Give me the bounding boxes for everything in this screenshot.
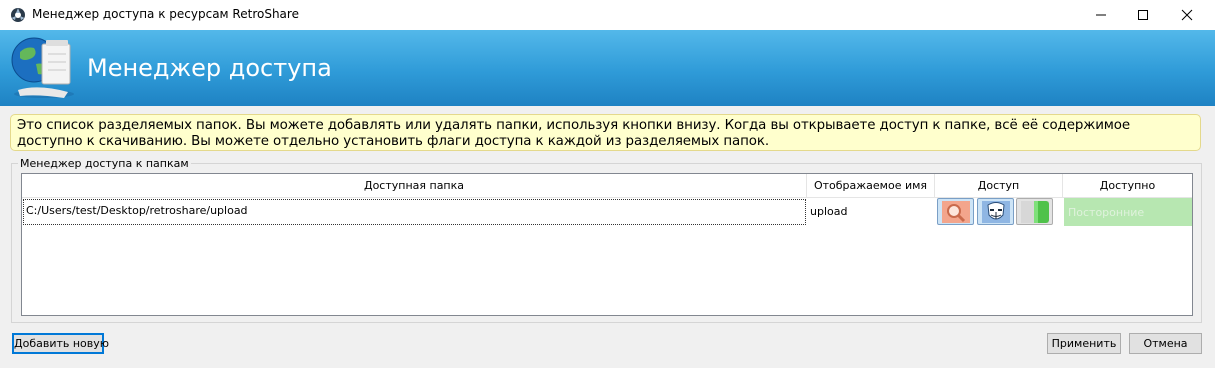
- group-legend: Менеджер доступа к папкам: [18, 157, 191, 170]
- cancel-button[interactable]: Отмена: [1129, 333, 1202, 354]
- close-button[interactable]: [1164, 0, 1210, 30]
- close-icon: [1181, 9, 1193, 21]
- shared-folders-table: Доступная папка Отображаемое имя Доступ …: [21, 173, 1193, 316]
- page-title: Менеджер доступа: [87, 54, 332, 82]
- title-bar: Менеджер доступа к ресурсам RetroShare: [0, 0, 1215, 30]
- column-header-available[interactable]: Доступно: [1063, 174, 1192, 198]
- maximize-icon: [1138, 10, 1148, 20]
- browsable-icon: [941, 200, 970, 223]
- window-title: Менеджер доступа к ресурсам RetroShare: [32, 7, 299, 21]
- header-banner: Менеджер доступа: [0, 30, 1215, 106]
- browsable-flag-button[interactable]: [937, 198, 974, 225]
- maximize-button[interactable]: [1120, 0, 1166, 30]
- add-new-button[interactable]: Добавить новую: [12, 333, 109, 354]
- available-groups-cell[interactable]: Посторонние: [1064, 198, 1192, 226]
- download-icon: [1020, 200, 1049, 223]
- minimize-button[interactable]: [1078, 0, 1124, 30]
- column-header-access[interactable]: Доступ: [935, 174, 1063, 198]
- retroshare-logo-icon: [11, 8, 25, 22]
- folder-path-cell[interactable]: C:/Users/test/Desktop/retroshare/upload: [23, 199, 806, 225]
- globe-folder-icon: [11, 37, 74, 98]
- display-name-cell[interactable]: upload: [810, 205, 847, 218]
- apply-button[interactable]: Применить: [1047, 333, 1121, 354]
- column-header-folder[interactable]: Доступная папка: [22, 174, 807, 198]
- anonymous-flag-button[interactable]: [977, 198, 1014, 225]
- info-message: Это список разделяемых папок. Вы можете …: [10, 114, 1201, 151]
- column-header-display-name[interactable]: Отображаемое имя: [807, 174, 935, 198]
- minimize-icon: [1096, 14, 1106, 16]
- download-flag-button[interactable]: [1016, 198, 1053, 225]
- anonymous-icon: [981, 200, 1010, 223]
